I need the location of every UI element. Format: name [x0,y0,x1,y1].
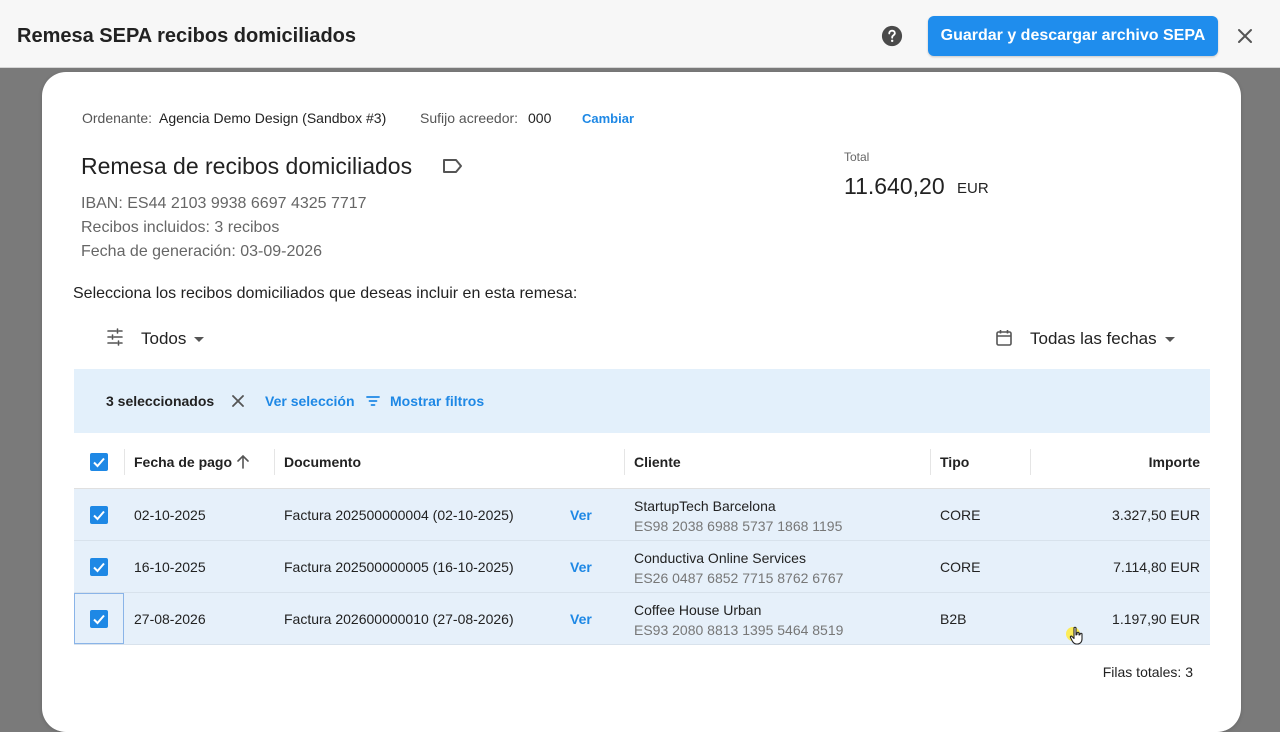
selection-prompt: Selecciona los recibos domiciliados que … [73,285,578,302]
column-divider [1030,449,1031,475]
ordenante-label: Ordenante: [82,110,153,126]
selection-bar: 3 seleccionados Ver selección Mostrar fi… [74,369,1210,433]
status-filter-dropdown[interactable]: Todos [141,329,205,349]
chevron-down-icon [1164,336,1175,342]
table-row[interactable]: 16-10-2025 Factura 202500000005 (16-10-2… [74,541,1210,593]
header-tipo[interactable]: Tipo [940,454,969,470]
remesa-panel: Ordenante: Agencia Demo Design (Sandbox … [42,72,1241,732]
row-tipo: CORE [940,507,981,523]
show-filters-link[interactable]: Mostrar filtros [390,393,484,409]
date-filter-dropdown[interactable]: Todas las fechas [1030,329,1175,349]
total-label: Total [844,150,870,164]
change-ordenante-link[interactable]: Cambiar [582,111,634,126]
row-importe: 3.327,50 EUR [1112,507,1200,523]
view-document-link[interactable]: Ver [570,559,592,575]
row-documento: Factura 202500000004 (02-10-2025) [284,507,514,523]
header-documento[interactable]: Documento [284,454,361,470]
row-cliente: StartupTech Barcelona [634,498,776,514]
remesa-title: Remesa de recibos domiciliados [81,153,413,179]
row-cliente-iban: ES98 2038 6988 5737 1868 1195 [634,518,843,534]
top-bar: Remesa SEPA recibos domiciliados Guardar… [0,0,1280,68]
view-document-link[interactable]: Ver [570,507,592,523]
select-all-checkbox[interactable] [90,453,108,471]
row-tipo: B2B [940,611,967,627]
table-row[interactable]: 27-08-2026 Factura 202600000010 (27-08-2… [74,593,1210,645]
header-cliente[interactable]: Cliente [634,454,681,470]
date-filter-value: Todas las fechas [1030,329,1157,348]
save-download-sepa-label: Guardar y descargar archivo SEPA [940,27,1206,44]
row-importe: 1.197,90 EUR [1112,611,1200,627]
row-checkbox[interactable] [90,558,108,576]
view-selection-link[interactable]: Ver selección [265,393,355,409]
chevron-down-icon [194,336,205,342]
column-divider [124,449,125,475]
filter-list-icon[interactable] [366,395,380,407]
label-tag-icon[interactable] [442,157,464,175]
row-documento: Factura 202600000010 (27-08-2026) [284,611,514,627]
column-divider [274,449,275,475]
save-download-sepa-button[interactable]: Guardar y descargar archivo SEPA [928,16,1218,56]
check-icon [93,510,105,521]
hand-pointer-icon [1069,626,1083,645]
row-documento: Factura 202500000005 (16-10-2025) [284,559,514,575]
row-checkbox[interactable] [90,506,108,524]
column-divider [930,449,931,475]
row-importe: 7.114,80 EUR [1113,559,1200,575]
calendar-icon[interactable] [996,329,1012,346]
check-icon [93,457,105,468]
row-tipo: CORE [940,559,981,575]
tune-filter-icon[interactable] [106,328,124,346]
status-filter-value: Todos [141,329,187,348]
row-fecha: 02-10-2025 [134,507,206,523]
check-icon [93,614,105,625]
row-fecha: 16-10-2025 [134,559,206,575]
row-cliente: Coffee House Urban [634,602,762,618]
row-cliente: Conductiva Online Services [634,550,806,566]
table-row[interactable]: 02-10-2025 Factura 202500000004 (02-10-2… [74,489,1210,541]
sufijo-value: 000 [528,110,552,126]
table-header: Fecha de pago Documento Cliente Tipo Imp… [74,434,1210,489]
recibos-line: Recibos incluidos: 3 recibos [81,219,280,236]
row-checkbox[interactable] [90,610,108,628]
view-document-link[interactable]: Ver [570,611,592,627]
ordenante-value: Agencia Demo Design (Sandbox #3) [159,110,387,126]
sufijo-label: Sufijo acreedor: [420,110,519,126]
fecha-generacion-line: Fecha de generación: 03-09-2026 [81,243,323,260]
column-divider [624,449,625,475]
sort-arrow-up-icon[interactable] [236,454,250,470]
check-icon [93,562,105,573]
header-fecha-pago[interactable]: Fecha de pago [134,454,232,470]
header-importe[interactable]: Importe [1149,454,1200,470]
total-rows-label: Filas totales: 3 [1102,664,1193,680]
iban-line: IBAN: ES44 2103 9938 6697 4325 7717 [81,195,367,212]
row-fecha: 27-08-2026 [134,611,206,627]
close-icon[interactable] [1237,28,1253,44]
total-currency: EUR [957,180,989,197]
row-cliente-iban: ES93 2080 8813 1395 5464 8519 [634,622,844,638]
clear-selection-icon[interactable] [232,395,244,407]
total-value: 11.640,20 [844,173,945,199]
help-circle-icon[interactable] [881,25,903,47]
row-cliente-iban: ES26 0487 6852 7715 8762 6767 [634,570,844,586]
page-title: Remesa SEPA recibos domiciliados [17,25,357,47]
selected-count: 3 seleccionados [106,393,215,409]
